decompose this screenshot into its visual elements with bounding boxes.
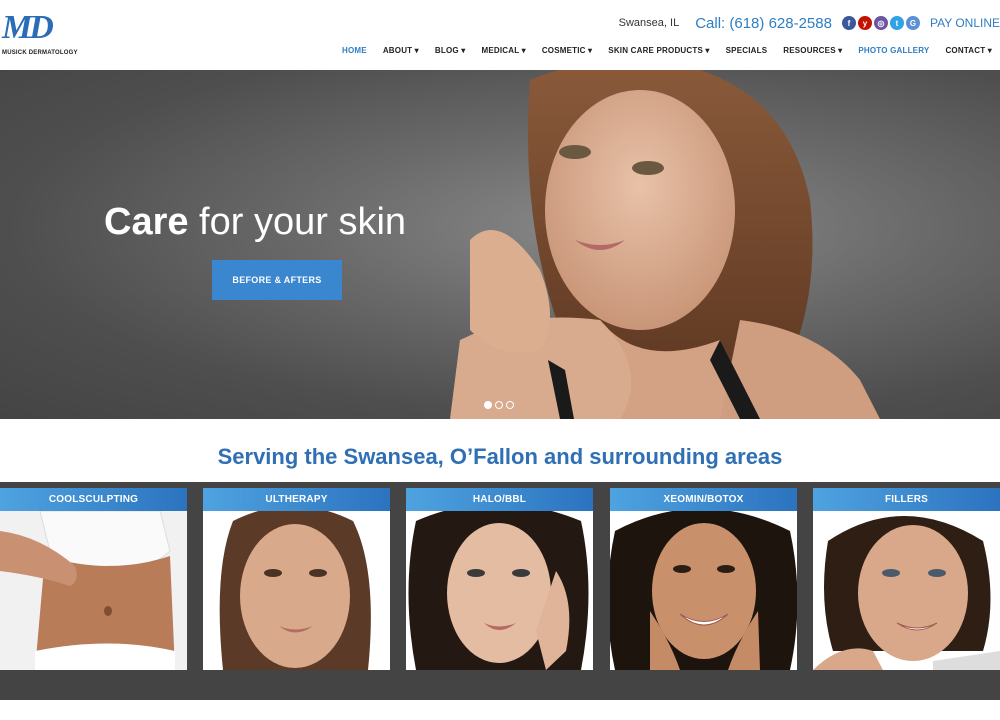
- service-card-title: FILLERS: [813, 488, 1000, 511]
- hero-portrait-image: [450, 70, 880, 419]
- hero-title: Care for your skin: [104, 201, 406, 244]
- nav-skin-care-products[interactable]: SKIN CARE PRODUCTS ▾: [600, 46, 717, 55]
- nav-specials[interactable]: SPECIALS: [718, 46, 776, 55]
- page-bottom: [0, 700, 1000, 720]
- before-afters-button[interactable]: BEFORE & AFTERS: [212, 260, 342, 300]
- service-card-title: XEOMIN/BOTOX: [610, 488, 797, 511]
- nav-cosmetic[interactable]: COSMETIC ▾: [534, 46, 600, 55]
- coolsculpting-image: [0, 511, 187, 670]
- logo-mark: MD: [2, 9, 54, 46]
- site-header: MD MUSICK DERMATOLOGY Swansea, IL Call: …: [0, 0, 1000, 70]
- fillers-image: [813, 511, 1000, 670]
- serving-heading: Serving the Swansea, O’Fallon and surrou…: [217, 444, 783, 469]
- service-card-title: HALO/BBL: [406, 488, 593, 511]
- xeomin-botox-image: [610, 511, 797, 670]
- service-card-title: ULTHERAPY: [203, 488, 390, 511]
- nav-resources[interactable]: RESOURCES ▾: [775, 46, 850, 55]
- service-card-coolsculpting[interactable]: COOLSCULPTING: [0, 488, 187, 670]
- yelp-icon[interactable]: y: [857, 16, 872, 30]
- ultherapy-image: [203, 511, 390, 670]
- services-band: COOLSCULPTING ULTHERAPY HALO/BBL XEOMIN/…: [0, 482, 1000, 700]
- service-card-ultherapy[interactable]: ULTHERAPY: [203, 488, 390, 670]
- nav-medical[interactable]: MEDICAL ▾: [473, 46, 533, 55]
- instagram-icon[interactable]: ◎: [873, 16, 888, 30]
- twitter-icon[interactable]: t: [889, 16, 904, 30]
- hero-title-bold: Care: [104, 201, 189, 243]
- nav-photo-gallery[interactable]: PHOTO GALLERY: [850, 46, 937, 55]
- nav-blog[interactable]: BLOG ▾: [427, 46, 474, 55]
- facebook-icon[interactable]: f: [841, 16, 856, 30]
- social-links: f y ◎ t G: [841, 16, 920, 30]
- slider-dots: [484, 401, 514, 409]
- location-text: Swansea, IL: [618, 17, 680, 29]
- service-card-halo-bbl[interactable]: HALO/BBL: [406, 488, 593, 670]
- google-plus-icon[interactable]: G: [905, 16, 920, 30]
- main-nav: HOME ABOUT ▾ BLOG ▾ MEDICAL ▾ COSMETIC ▾…: [334, 46, 1000, 55]
- slider-dot-1[interactable]: [484, 401, 492, 409]
- nav-about[interactable]: ABOUT ▾: [375, 46, 427, 55]
- service-card-title: COOLSCULPTING: [0, 488, 187, 511]
- service-card-fillers[interactable]: FILLERS: [813, 488, 1000, 670]
- hero-slider: Care for your skin BEFORE & AFTERS: [0, 70, 1000, 419]
- service-card-xeomin-botox[interactable]: XEOMIN/BOTOX: [610, 488, 797, 670]
- slider-dot-3[interactable]: [506, 401, 514, 409]
- phone-link[interactable]: Call: (618) 628-2588: [695, 15, 832, 32]
- slider-dot-2[interactable]: [495, 401, 503, 409]
- nav-home[interactable]: HOME: [334, 46, 375, 55]
- nav-contact[interactable]: CONTACT ▾: [937, 46, 1000, 55]
- pay-online-link[interactable]: PAY ONLINE: [930, 16, 1000, 30]
- top-bar: Swansea, IL Call: (618) 628-2588 f y ◎ t…: [619, 12, 1000, 34]
- hero-title-rest: for your skin: [188, 201, 407, 243]
- halo-bbl-image: [406, 511, 593, 670]
- logo-subtitle: MUSICK DERMATOLOGY: [2, 50, 78, 56]
- logo[interactable]: MD MUSICK DERMATOLOGY: [2, 10, 82, 60]
